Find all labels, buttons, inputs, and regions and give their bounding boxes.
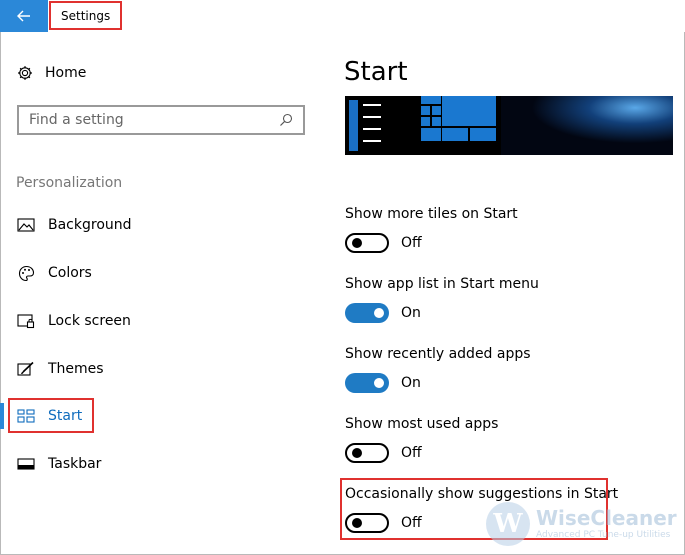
setting-label-app-list: Show app list in Start menu <box>345 276 539 292</box>
toggle-app-list[interactable] <box>345 303 389 323</box>
setting-label-recently-added: Show recently added apps <box>345 346 531 362</box>
search-icon <box>280 113 293 126</box>
toggle-state-most-used: Off <box>401 445 422 461</box>
home-label: Home <box>45 65 87 81</box>
sidebar-item-taskbar[interactable]: Taskbar <box>0 451 320 477</box>
start-preview-image <box>345 96 673 155</box>
sidebar-item-colors[interactable]: Colors <box>0 260 320 286</box>
back-button[interactable] <box>0 0 48 32</box>
toggle-knob <box>352 448 362 458</box>
brush-icon <box>17 360 35 378</box>
watermark-logo: W <box>486 502 530 546</box>
setting-label-most-used: Show most used apps <box>345 416 499 432</box>
watermark-name: WiseCleaner <box>536 506 677 530</box>
palette-icon <box>17 264 35 282</box>
sidebar-item-background[interactable]: Background <box>0 212 320 238</box>
toggle-more-tiles[interactable] <box>345 233 389 253</box>
watermark-logo-letter: W <box>493 509 523 539</box>
toggle-state-app-list: On <box>401 305 421 321</box>
start-highlight <box>8 398 94 433</box>
home-link[interactable]: Home <box>17 62 86 84</box>
title-highlight: Settings <box>49 1 123 30</box>
toggle-recently-added[interactable] <box>345 373 389 393</box>
watermark: W WiseCleaner Advanced PC Tune-up Utilit… <box>486 499 685 549</box>
back-arrow-icon <box>17 10 30 22</box>
picture-icon <box>17 216 35 234</box>
section-title: Personalization <box>16 175 123 191</box>
sidebar-item-label: Background <box>48 217 132 233</box>
toggle-knob <box>374 308 384 318</box>
taskbar-icon <box>17 455 35 473</box>
page-title: Start <box>344 57 408 87</box>
setting-label-more-tiles: Show more tiles on Start <box>345 206 518 222</box>
toggle-knob <box>374 378 384 388</box>
toggle-state-recently-added: On <box>401 375 421 391</box>
sidebar-item-label: Lock screen <box>48 313 131 329</box>
sidebar-item-themes[interactable]: Themes <box>0 356 320 382</box>
sidebar-item-label: Colors <box>48 265 92 281</box>
sidebar-item-label: Taskbar <box>48 456 102 472</box>
title-bar: Settings <box>0 0 685 32</box>
search-placeholder: Find a setting <box>29 112 124 128</box>
gear-icon <box>18 66 32 80</box>
toggle-knob <box>352 238 362 248</box>
window-title: Settings <box>61 8 111 23</box>
lock-screen-icon <box>17 312 35 330</box>
sidebar: Home Find a setting Personalization Back… <box>0 32 320 555</box>
toggle-most-used[interactable] <box>345 443 389 463</box>
toggle-state-more-tiles: Off <box>401 235 422 251</box>
main-content: Start Show more tiles on Start Off Show … <box>320 32 685 555</box>
sidebar-item-lock-screen[interactable]: Lock screen <box>0 308 320 334</box>
sidebar-item-label: Themes <box>48 361 104 377</box>
search-input[interactable]: Find a setting <box>17 105 305 135</box>
watermark-tagline: Advanced PC Tune-up Utilities <box>536 530 671 540</box>
